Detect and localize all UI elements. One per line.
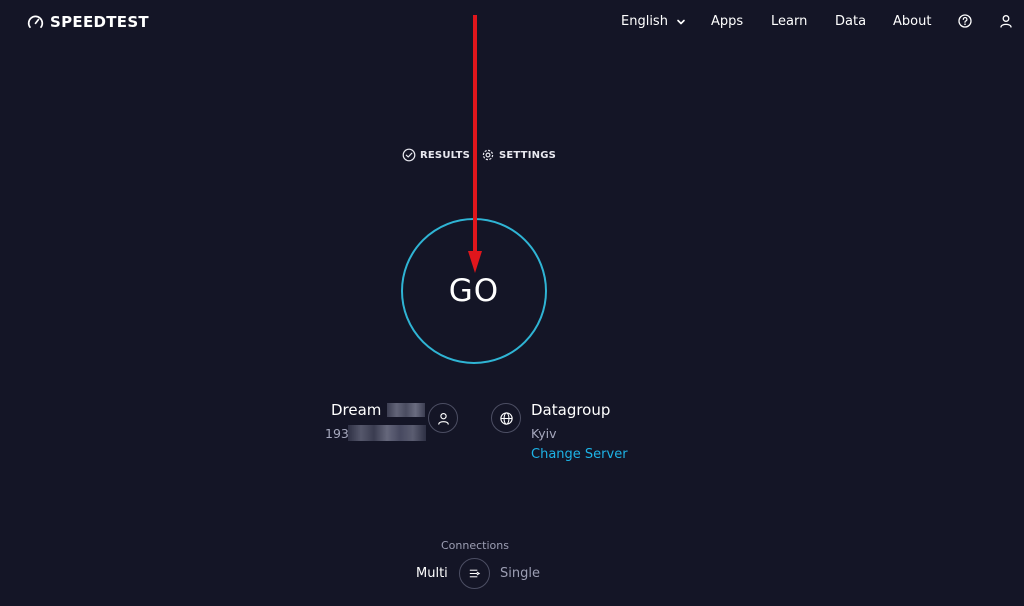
user-icon	[437, 412, 449, 425]
server-icon	[491, 403, 521, 433]
nav-data[interactable]: Data	[835, 12, 866, 32]
connections-icon	[469, 569, 481, 578]
connections-toggle[interactable]	[459, 558, 490, 589]
top-nav: English Apps Learn Data About	[0, 12, 1024, 32]
results-label: RESULTS	[420, 149, 470, 161]
nav-about[interactable]: About	[893, 12, 931, 32]
isp-ip-redacted	[348, 425, 426, 441]
nav-apps[interactable]: Apps	[711, 12, 743, 32]
chevron-down-icon	[677, 19, 685, 24]
nav-learn[interactable]: Learn	[771, 12, 807, 32]
isp-name-redacted	[387, 403, 425, 417]
results-button[interactable]: RESULTS	[402, 147, 470, 163]
settings-label: SETTINGS	[499, 149, 557, 161]
server-location: Kyiv	[531, 426, 557, 441]
settings-button[interactable]: SETTINGS	[481, 147, 556, 163]
server-name: Datagroup	[531, 401, 611, 419]
isp-name: Dream	[331, 401, 382, 419]
annotation-arrow	[468, 15, 482, 273]
user-icon[interactable]	[998, 13, 1014, 29]
globe-icon	[499, 411, 513, 425]
language-label: English	[621, 14, 668, 29]
connections-title: Connections	[441, 539, 509, 552]
language-selector[interactable]: English	[621, 12, 686, 32]
connections-multi[interactable]: Multi	[416, 566, 448, 581]
change-server-link[interactable]: Change Server	[531, 447, 628, 462]
go-label: GO	[448, 273, 500, 309]
connections-single[interactable]: Single	[500, 566, 540, 581]
isp-icon	[428, 403, 458, 433]
help-circle-icon[interactable]	[957, 13, 973, 29]
check-circle-icon	[402, 148, 416, 162]
